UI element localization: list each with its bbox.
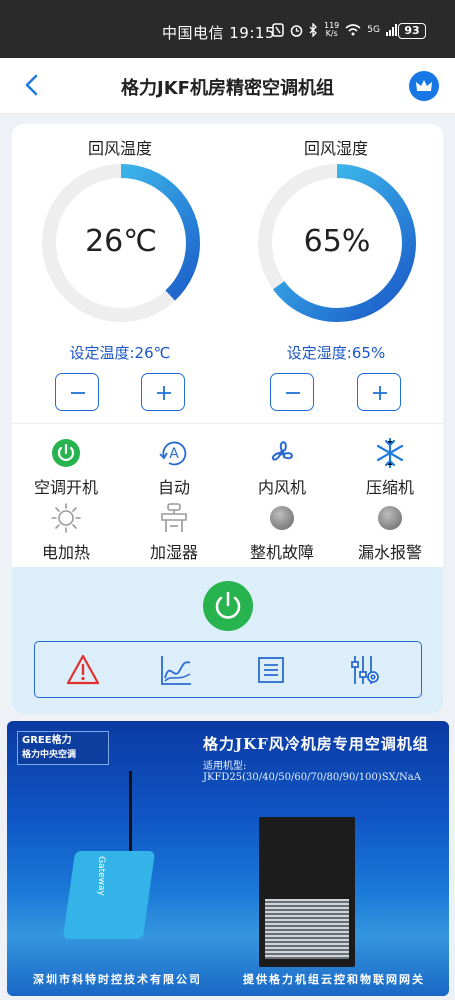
humidity-setpoint: 设定湿度:65% (286, 344, 386, 362)
page-title: 格力JKF机房精密空调机组 (121, 78, 334, 99)
heater-icon (51, 503, 81, 533)
auto-mode-icon: A (159, 441, 187, 466)
status-inner-fan-label: 内风机 (257, 478, 306, 497)
status-humidifier: 加湿器 (120, 501, 228, 563)
divider (12, 423, 443, 424)
humidity-value: 65% (303, 224, 371, 259)
net-speed: 119 K/s (324, 21, 340, 38)
status-inner-fan: 内风机 (228, 436, 336, 498)
status-unit-fault-label: 整机故障 (249, 543, 314, 562)
status-auto-label: 自动 (157, 478, 190, 497)
status-water-leak: 漏水报警 (336, 501, 443, 563)
company-name: 深圳市科特时控技术有限公司 (33, 973, 202, 986)
svg-text:A: A (169, 446, 179, 462)
gateway-device-image (62, 851, 156, 939)
temperature-increase-button[interactable] (141, 373, 185, 411)
log-list-icon[interactable] (253, 652, 289, 688)
wifi-icon (345, 24, 361, 36)
fan-icon (271, 441, 293, 461)
alarm-icon[interactable] (65, 652, 101, 688)
status-compressor: 压缩机 (336, 436, 443, 498)
power-icon (215, 591, 241, 619)
temperature-decrease-button[interactable] (55, 373, 99, 411)
cabinet-grille (265, 899, 349, 959)
promo-banner[interactable]: GREE格力 格力中央空调 格力JKF风冷机房专用空调机组 适用机型: JKFD… (7, 721, 449, 996)
status-auto: A 自动 (120, 436, 228, 498)
gree-logo: GREE格力 格力中央空调 (17, 731, 109, 765)
plus-icon (157, 386, 171, 400)
status-ac-power-label: 空调开机 (33, 478, 98, 497)
power-on-icon (52, 439, 80, 467)
status-bar: 中国电信 19:15 119 K/s 5G 93 (0, 0, 455, 58)
antenna-image (129, 771, 132, 861)
nfc-icon (272, 23, 284, 37)
vip-crown-button[interactable] (409, 71, 439, 101)
gateway-label: Gateway (95, 856, 106, 896)
power-button[interactable] (203, 581, 253, 631)
leak-indicator-icon (378, 506, 402, 530)
service-slogan: 提供格力机组云控和物联网网关 (243, 973, 425, 986)
settings-sliders-icon[interactable] (347, 652, 383, 688)
temperature-label: 回风温度 (87, 139, 152, 158)
banner-subtitle: 适用机型: JKFD25(30/40/50/60/70/80/90/100)SX… (203, 761, 421, 783)
temperature-setpoint: 设定温度:26℃ (69, 344, 171, 362)
battery-indicator: 93 (398, 23, 426, 39)
carrier-time: 中国电信 19:15 (162, 24, 275, 42)
temperature-value: 26℃ (85, 224, 157, 259)
status-electric-heater: 电加热 (12, 501, 120, 563)
humidifier-icon (161, 503, 187, 532)
crown-icon (416, 80, 432, 91)
nav-bar: 格力JKF机房精密空调机组 (0, 58, 455, 114)
status-electric-heater-label: 电加热 (41, 543, 90, 562)
fault-indicator-icon (270, 506, 294, 530)
humidity-decrease-button[interactable] (270, 373, 314, 411)
minus-icon (71, 392, 85, 394)
status-water-leak-label: 漏水报警 (357, 543, 422, 562)
status-icons: 119 K/s 5G (272, 22, 398, 38)
main-card: 回风温度 26℃ 设定温度:26℃ 回风湿度 65% 设定湿度:65% 空调开机… (12, 124, 443, 714)
alarm-clock-icon (290, 24, 303, 37)
status-ac-power: 空调开机 (12, 436, 120, 498)
status-unit-fault: 整机故障 (228, 501, 336, 563)
status-humidifier-label: 加湿器 (149, 543, 198, 562)
humidity-increase-button[interactable] (357, 373, 401, 411)
signal-bars-icon (385, 24, 397, 36)
minus-icon (286, 392, 300, 394)
bluetooth-icon (309, 23, 317, 37)
humidity-label: 回风湿度 (303, 139, 368, 158)
plus-icon (373, 386, 387, 400)
banner-title: 格力JKF风冷机房专用空调机组 (203, 735, 429, 753)
trend-chart-icon[interactable] (158, 652, 194, 688)
status-compressor-label: 压缩机 (365, 478, 414, 497)
control-panel (12, 567, 443, 714)
snowflake-icon (376, 437, 404, 469)
signal-label: 5G (367, 25, 380, 35)
function-toolbar (34, 641, 422, 698)
